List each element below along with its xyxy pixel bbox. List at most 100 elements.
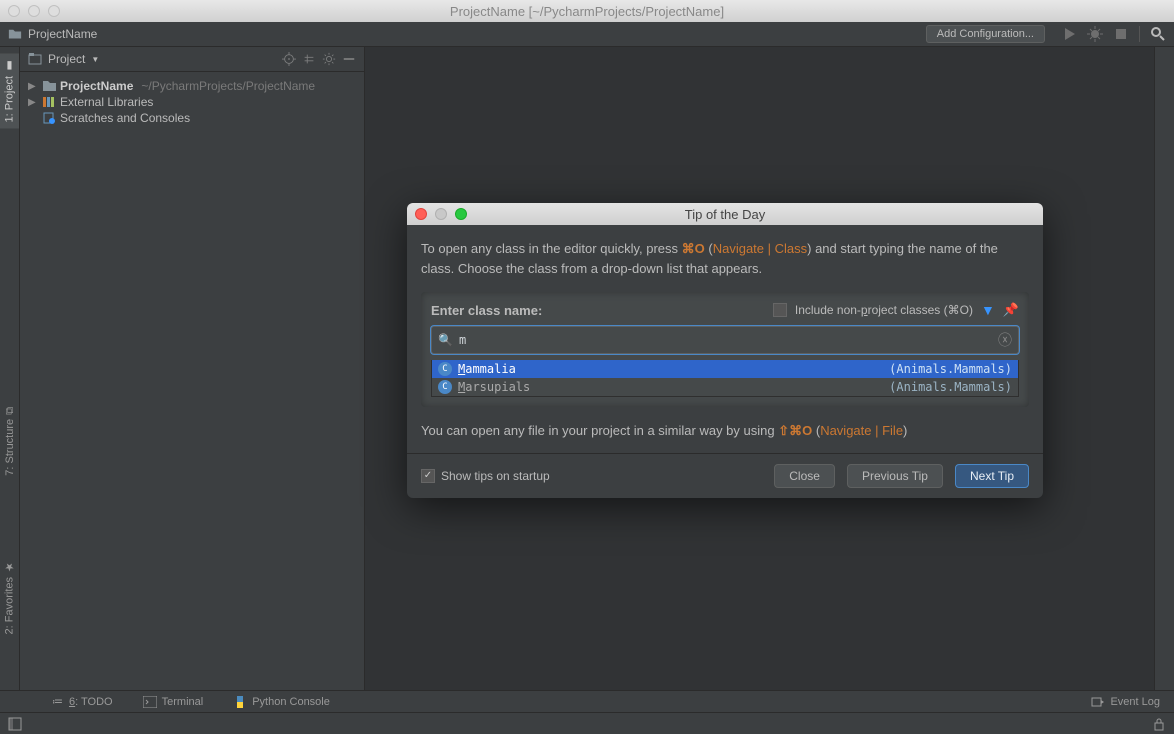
tip2-nav: Navigate | File — [820, 423, 903, 438]
rail-label-structure: 7: Structure — [4, 419, 16, 476]
debug-icon[interactable] — [1087, 26, 1103, 42]
navbar: ProjectName Add Configuration... — [0, 22, 1174, 47]
dialog-title: Tip of the Day — [407, 207, 1043, 222]
stop-icon[interactable] — [1113, 26, 1129, 42]
next-tip-button[interactable]: Next Tip — [955, 464, 1029, 488]
search-result-row[interactable]: CMammalia(Animals.Mammals) — [432, 360, 1018, 378]
include-nonproject-checkbox[interactable] — [773, 303, 787, 317]
goto-class-popup: Enter class name: Include non-project cl… — [421, 292, 1029, 407]
folder-icon — [8, 28, 22, 40]
project-tree[interactable]: ▶ ProjectName ~/PycharmProjects/ProjectN… — [20, 72, 364, 132]
add-configuration-button[interactable]: Add Configuration... — [926, 25, 1045, 43]
tip1-b: ( — [705, 241, 713, 256]
chevron-right-icon[interactable]: ▶ — [28, 97, 38, 108]
left-tool-rail: 1: Project ▮ 7: Structure ⧉ 2: Favorites… — [0, 47, 20, 690]
tab-event-log[interactable]: Event Log — [1085, 694, 1166, 710]
show-tips-label: Show tips on startup — [441, 469, 550, 483]
search-input[interactable] — [459, 333, 992, 347]
dialog-close-icon[interactable] — [415, 208, 427, 220]
search-input-wrap[interactable]: 🔍 ⓧ — [431, 326, 1019, 354]
tip-text-1: To open any class in the editor quickly,… — [421, 239, 1029, 278]
tip2-kbd: ⇧⌘O — [778, 423, 812, 438]
class-icon: C — [438, 380, 452, 394]
folder-icon — [42, 80, 56, 92]
project-panel-header: Project ▼ — [20, 47, 364, 72]
traffic-minimize[interactable] — [28, 5, 40, 17]
traffic-zoom[interactable] — [48, 5, 60, 17]
status-bar — [0, 712, 1174, 734]
traffic-close[interactable] — [8, 5, 20, 17]
library-icon — [42, 96, 56, 108]
tab-todo-rest: : TODO — [75, 696, 113, 708]
clear-icon[interactable]: ⓧ — [998, 330, 1012, 350]
terminal-icon — [143, 696, 157, 708]
rail-tab-structure[interactable]: 7: Structure ⧉ — [1, 401, 19, 482]
search-results: CMammalia(Animals.Mammals)CMarsupials(An… — [431, 360, 1019, 397]
close-button[interactable]: Close — [774, 464, 835, 488]
tree-root-path: ~/PycharmProjects/ProjectName — [141, 79, 315, 93]
gear-icon[interactable] — [322, 52, 336, 66]
python-icon — [233, 695, 247, 709]
search-icon: 🔍 — [438, 333, 453, 347]
tab-pyconsole-label: Python Console — [252, 696, 330, 708]
tab-todo[interactable]: ≔ 6: TODO — [46, 693, 119, 710]
dialog-min-icon — [435, 208, 447, 220]
rail-label-project: 1: Project — [4, 76, 16, 122]
dialog-zoom-icon[interactable] — [455, 208, 467, 220]
tip1-a: To open any class in the editor quickly,… — [421, 241, 682, 256]
tab-eventlog-label: Event Log — [1110, 696, 1160, 708]
project-tool-window: Project ▼ ▶ ProjectName ~/PycharmProject… — [20, 47, 365, 690]
checkbox-checked-icon: ✓ — [421, 469, 435, 483]
locate-icon[interactable] — [282, 52, 296, 66]
include-nonproject-label: Include non-project classes (⌘O) — [795, 303, 973, 317]
star-icon: ★ — [3, 560, 16, 573]
rail-tab-favorites[interactable]: 2: Favorites ★ — [0, 554, 19, 640]
hide-icon[interactable] — [342, 52, 356, 66]
project-panel-title[interactable]: Project — [48, 52, 85, 66]
window-title: ProjectName [~/PycharmProjects/ProjectNa… — [0, 4, 1174, 19]
tool-windows-toggle-icon[interactable] — [8, 717, 22, 731]
lock-icon[interactable] — [1152, 717, 1166, 731]
chevron-right-icon[interactable]: ▶ — [28, 81, 38, 92]
class-icon: C — [438, 362, 452, 376]
scratches-icon — [42, 112, 56, 124]
folder-icon: ▮ — [3, 59, 16, 72]
tip2-c: ) — [903, 423, 907, 438]
bottom-tool-tabs: ≔ 6: TODO Terminal Python Console Event … — [0, 690, 1174, 712]
filter-icon[interactable]: ▼ — [981, 302, 995, 318]
project-view-icon — [28, 52, 42, 66]
window-titlebar: ProjectName [~/PycharmProjects/ProjectNa… — [0, 0, 1174, 22]
rail-label-favorites: 2: Favorites — [4, 577, 16, 634]
dialog-titlebar[interactable]: Tip of the Day — [407, 203, 1043, 225]
tree-row-scratches[interactable]: Scratches and Consoles — [24, 110, 360, 126]
breadcrumb-project[interactable]: ProjectName — [28, 27, 97, 41]
structure-icon: ⧉ — [4, 407, 16, 415]
tree-scratches-label: Scratches and Consoles — [60, 111, 190, 125]
search-everywhere-icon[interactable] — [1150, 26, 1166, 42]
chevron-down-icon[interactable]: ▼ — [91, 55, 99, 64]
tip1-kbd: ⌘O — [682, 241, 705, 256]
dialog-footer: ✓ Show tips on startup Close Previous Ti… — [407, 453, 1043, 498]
tab-terminal-label: Terminal — [162, 696, 204, 708]
pin-icon[interactable]: 📌 — [1003, 302, 1019, 318]
tab-python-console[interactable]: Python Console — [227, 693, 336, 711]
tree-ext-libs-label: External Libraries — [60, 95, 153, 109]
tree-root-name: ProjectName — [60, 79, 133, 93]
tab-terminal[interactable]: Terminal — [137, 694, 210, 710]
show-tips-checkbox[interactable]: ✓ Show tips on startup — [421, 469, 550, 483]
tip-text-2: You can open any file in your project in… — [421, 421, 1029, 441]
tip2-b: ( — [812, 423, 820, 438]
right-tool-rail — [1154, 47, 1174, 690]
search-result-row[interactable]: CMarsupials(Animals.Mammals) — [432, 378, 1018, 396]
expand-all-icon[interactable] — [302, 52, 316, 66]
tip-of-the-day-dialog: Tip of the Day To open any class in the … — [407, 203, 1043, 498]
tree-row-ext-libs[interactable]: ▶ External Libraries — [24, 94, 360, 110]
search-label: Enter class name: — [431, 303, 542, 318]
event-log-icon — [1091, 696, 1105, 708]
previous-tip-button[interactable]: Previous Tip — [847, 464, 943, 488]
tip2-a: You can open any file in your project in… — [421, 423, 778, 438]
run-icon[interactable] — [1061, 26, 1077, 42]
rail-tab-project[interactable]: 1: Project ▮ — [0, 53, 19, 128]
tree-row-root[interactable]: ▶ ProjectName ~/PycharmProjects/ProjectN… — [24, 78, 360, 94]
tip1-nav: Navigate | Class — [713, 241, 807, 256]
